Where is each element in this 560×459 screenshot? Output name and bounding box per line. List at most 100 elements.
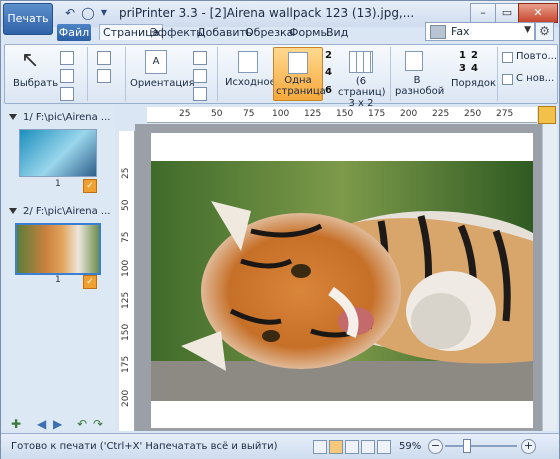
grid-pages-icon[interactable] bbox=[349, 51, 373, 73]
new-page-label: С нов... bbox=[516, 73, 555, 84]
view-two-icon[interactable] bbox=[345, 440, 359, 454]
original-size-icon[interactable] bbox=[238, 51, 258, 73]
ruler-tick: 25 bbox=[121, 167, 131, 179]
text-icon[interactable] bbox=[97, 51, 111, 65]
ruler-tick: 225 bbox=[432, 109, 450, 119]
tab-crop[interactable]: Обрезка bbox=[245, 26, 293, 39]
page-include-checkbox[interactable]: ✓ bbox=[83, 179, 97, 193]
zoom-slider[interactable] bbox=[445, 445, 517, 447]
gear-icon[interactable]: ⚙ bbox=[535, 22, 554, 41]
status-text: Готово к печати ('Ctrl+X' Напечатать всё… bbox=[11, 441, 278, 452]
orientation-icon[interactable]: A bbox=[145, 50, 167, 74]
ruler-tick: 175 bbox=[368, 109, 386, 119]
chevron-down-icon: ▼ bbox=[524, 25, 531, 35]
app-window: ↶ ◯ ▼ priPrinter 3.3 - [2]Airena wallpac… bbox=[0, 0, 560, 459]
pages-4[interactable]: 4 bbox=[325, 67, 332, 78]
order-label[interactable]: Порядок bbox=[451, 78, 496, 89]
tiger-image bbox=[151, 161, 533, 401]
select-label[interactable]: Выбрать bbox=[13, 78, 58, 89]
view-fit-icon[interactable] bbox=[377, 440, 391, 454]
status-bar: Готово к печати ('Ctrl+X' Напечатать всё… bbox=[1, 433, 559, 459]
vertical-ruler: 25 50 75 100 125 150 175 200 bbox=[119, 131, 135, 431]
tab-view[interactable]: Вид bbox=[326, 26, 348, 39]
mixed-icon[interactable] bbox=[405, 51, 423, 71]
orientation-label[interactable]: Ориентация bbox=[130, 78, 195, 89]
order-num-1: 1 bbox=[459, 50, 466, 61]
next-icon[interactable]: ▶ bbox=[53, 417, 62, 431]
rotate-right-icon[interactable]: ↷ bbox=[93, 417, 103, 431]
add-page-icon[interactable]: ✚ bbox=[11, 417, 21, 431]
zoom-slider-thumb[interactable] bbox=[463, 439, 471, 453]
ruler-tick: 75 bbox=[243, 109, 255, 119]
grid-icon[interactable] bbox=[60, 69, 74, 83]
collapse-icon bbox=[9, 114, 17, 120]
close-button[interactable]: ✕ bbox=[518, 3, 558, 23]
page-icon[interactable] bbox=[97, 69, 111, 83]
ribbon: ↖ Выбрать A Ориентация Исходное Одна стр… bbox=[4, 44, 558, 109]
page-group-header[interactable]: 2/ F:\pic\Airena ... bbox=[9, 206, 110, 217]
original-label[interactable]: Исходное bbox=[225, 77, 276, 88]
ruler-tick: 175 bbox=[121, 355, 131, 373]
tab-shapes[interactable]: Формы bbox=[289, 26, 329, 39]
undo-icon[interactable]: ↶ bbox=[63, 6, 77, 20]
minimize-button[interactable]: – bbox=[470, 3, 496, 23]
ruler-tick: 250 bbox=[464, 109, 482, 119]
ruler-tick: 50 bbox=[121, 199, 131, 211]
page-number: 1 bbox=[55, 179, 61, 189]
horizontal-scrollbar[interactable] bbox=[135, 420, 542, 431]
binoculars-icon[interactable] bbox=[60, 51, 74, 65]
circle-icon[interactable]: ◯ bbox=[81, 6, 95, 20]
page-thumbnail-selected[interactable] bbox=[15, 223, 101, 275]
menu-bar: Файл Страница Эффекты Добавить Обрезка Ф… bbox=[1, 23, 421, 43]
ruler-tick: 25 bbox=[179, 109, 191, 119]
view-page-icon[interactable] bbox=[329, 440, 343, 454]
page-include-checkbox[interactable]: ✓ bbox=[83, 275, 97, 289]
ruler-tick: 200 bbox=[400, 109, 418, 119]
new-page-checkbox[interactable] bbox=[502, 74, 513, 85]
paint-icon[interactable] bbox=[60, 87, 74, 101]
ruler-tick: 100 bbox=[272, 109, 290, 119]
collapse-icon bbox=[9, 208, 17, 214]
repeat-label: Повто... bbox=[516, 51, 558, 62]
window-title: priPrinter 3.3 - [2]Airena wallpack 123 … bbox=[119, 6, 415, 20]
page-thumbnail[interactable] bbox=[19, 129, 97, 177]
pages-2[interactable]: 2 bbox=[325, 50, 332, 61]
pages-6[interactable]: 6 bbox=[325, 85, 332, 96]
ruler-tick: 125 bbox=[121, 291, 131, 309]
one-page-label: Одна страница bbox=[276, 75, 326, 97]
printer-name: Fax bbox=[451, 25, 470, 38]
view-single-icon[interactable] bbox=[313, 440, 327, 454]
rotate-left-icon[interactable]: ↶ bbox=[77, 417, 87, 431]
order-num-3: 3 bbox=[459, 63, 466, 74]
six-pages-label[interactable]: (6 страниц) 3 x 2 bbox=[338, 76, 386, 109]
order-num-2: 2 bbox=[471, 50, 478, 61]
ruler-tick: 150 bbox=[336, 109, 354, 119]
tiger-photo[interactable] bbox=[151, 161, 533, 401]
one-page-button[interactable]: Одна страница bbox=[273, 47, 326, 101]
ruler-settings-icon[interactable] bbox=[538, 106, 556, 124]
printer-select[interactable]: Fax ▼ bbox=[425, 22, 535, 41]
mixed-label[interactable]: В разнобой bbox=[395, 75, 444, 97]
repeat-checkbox[interactable] bbox=[502, 52, 513, 63]
vertical-scrollbar[interactable] bbox=[542, 124, 557, 431]
page-number: 1 bbox=[55, 275, 61, 285]
maximize-button[interactable]: ▭ bbox=[495, 3, 519, 23]
file-menu[interactable]: Файл bbox=[57, 24, 91, 41]
page-group-header[interactable]: 1/ F:\pic\Airena ... bbox=[9, 112, 110, 123]
prev-icon[interactable]: ◀ bbox=[37, 417, 46, 431]
ruler-tick: 100 bbox=[121, 259, 131, 277]
page-small-icon[interactable] bbox=[193, 69, 207, 83]
page-small-icon[interactable] bbox=[193, 87, 207, 101]
chevron-down-icon[interactable]: ▼ bbox=[97, 6, 111, 20]
zoom-level: 59% bbox=[399, 441, 422, 452]
cursor-icon[interactable]: ↖ bbox=[21, 49, 41, 73]
view-grid-icon[interactable] bbox=[361, 440, 375, 454]
one-page-icon bbox=[288, 52, 308, 74]
ruler-tick: 125 bbox=[304, 109, 322, 119]
rotate-icon[interactable] bbox=[193, 51, 207, 65]
ruler-tick: 50 bbox=[211, 109, 223, 119]
zoom-in-button[interactable]: + bbox=[521, 439, 536, 454]
horizontal-ruler: 25 50 75 100 125 150 175 200 225 250 275 bbox=[147, 107, 537, 123]
zoom-out-button[interactable]: − bbox=[428, 439, 443, 454]
ruler-tick: 200 bbox=[121, 389, 131, 407]
